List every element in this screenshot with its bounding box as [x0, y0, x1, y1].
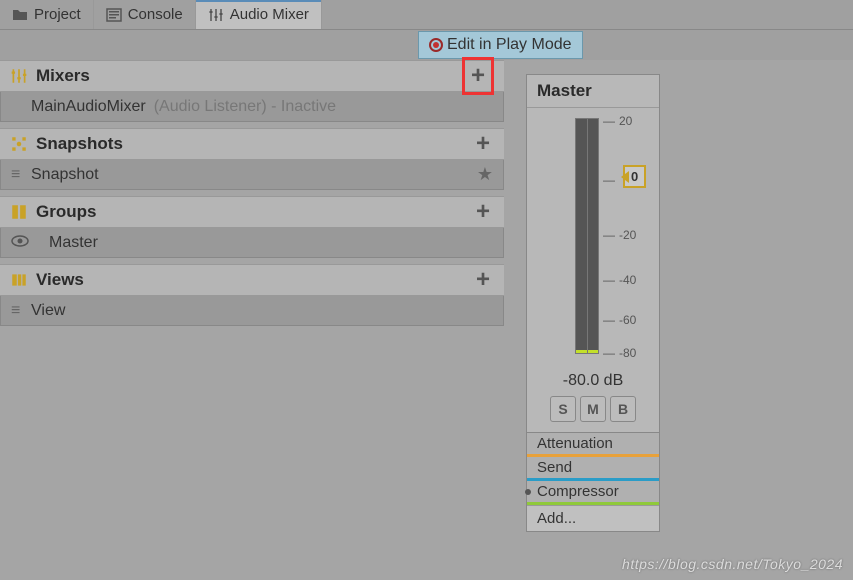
snapshots-section: Snapshots + ≡ Snapshot ★	[0, 128, 504, 190]
tab-console[interactable]: Console	[94, 0, 196, 29]
edit-in-play-mode-button[interactable]: Edit in Play Mode	[418, 31, 583, 59]
drag-handle-icon[interactable]: ≡	[11, 166, 23, 184]
tab-bar: Project Console Audio Mixer	[0, 0, 853, 30]
content-area: Mixers + MainAudioMixer (Audio Listener)…	[0, 60, 853, 580]
tab-audio-mixer[interactable]: Audio Mixer	[196, 0, 322, 29]
views-section: Views + ≡ View	[0, 264, 504, 326]
add-mixer-highlight: +	[462, 57, 494, 95]
tab-label: Console	[128, 6, 183, 23]
add-view-button[interactable]: +	[472, 266, 494, 294]
vu-meter[interactable]: —20 — —-20 —-40 —-60 —-80 0	[527, 108, 659, 370]
effect-send[interactable]: Send	[527, 457, 659, 481]
meter-channel-left	[576, 119, 587, 353]
snapshots-header: Snapshots +	[0, 128, 504, 160]
meter-channel-right	[588, 119, 599, 353]
meter-ruler: —20 — —-20 —-40 —-60 —-80	[603, 118, 643, 354]
snapshots-title: Snapshots	[36, 134, 464, 154]
solo-button[interactable]: S	[550, 396, 576, 422]
tab-label: Project	[34, 6, 81, 23]
add-mixer-button[interactable]: +	[467, 62, 489, 89]
mixers-title: Mixers	[36, 66, 454, 86]
master-channel-strip: Master —20 — —-20 —-40 —-60 —-80 0	[526, 74, 660, 532]
effect-compressor[interactable]: Compressor	[527, 481, 659, 505]
group-name: Master	[39, 234, 98, 252]
snapshot-name: Snapshot	[31, 166, 99, 184]
add-effect-button[interactable]: Add...	[527, 505, 659, 531]
active-dot-icon	[525, 489, 531, 495]
record-icon	[429, 38, 443, 52]
add-snapshot-button[interactable]: +	[472, 130, 494, 158]
groups-header: Groups +	[0, 196, 504, 228]
strip-title: Master	[527, 75, 659, 108]
groups-title: Groups	[36, 202, 464, 222]
meter-bars	[575, 118, 599, 354]
fader-handle[interactable]: 0	[623, 165, 646, 188]
bypass-button[interactable]: B	[610, 396, 636, 422]
view-name: View	[31, 302, 65, 320]
effect-attenuation[interactable]: Attenuation	[527, 433, 659, 457]
views-header: Views +	[0, 264, 504, 296]
mute-button[interactable]: M	[580, 396, 606, 422]
folder-icon	[12, 7, 28, 23]
left-panel: Mixers + MainAudioMixer (Audio Listener)…	[0, 60, 504, 580]
drag-handle-icon[interactable]: ≡	[11, 302, 23, 320]
console-icon	[106, 7, 122, 23]
groups-icon	[10, 203, 28, 221]
mixer-name: MainAudioMixer	[31, 98, 146, 116]
tab-project[interactable]: Project	[0, 0, 94, 29]
watermark: https://blog.csdn.net/Tokyo_2024	[622, 556, 843, 572]
play-mode-label: Edit in Play Mode	[447, 36, 572, 54]
views-icon	[10, 271, 28, 289]
tab-label: Audio Mixer	[230, 6, 309, 23]
mixer-item[interactable]: MainAudioMixer (Audio Listener) - Inacti…	[0, 92, 504, 122]
mixers-icon	[10, 67, 28, 85]
group-item[interactable]: Master	[0, 228, 504, 258]
mixers-section: Mixers + MainAudioMixer (Audio Listener)…	[0, 60, 504, 122]
snapshot-item[interactable]: ≡ Snapshot ★	[0, 160, 504, 190]
snapshot-icon	[10, 135, 28, 153]
groups-section: Groups + Master	[0, 196, 504, 258]
mixer-status: (Audio Listener) - Inactive	[154, 98, 336, 116]
play-mode-bar: Edit in Play Mode	[0, 30, 853, 60]
eye-icon[interactable]	[11, 234, 31, 252]
mixers-header: Mixers +	[0, 60, 504, 92]
star-icon[interactable]: ★	[477, 164, 493, 185]
add-group-button[interactable]: +	[472, 198, 494, 226]
sliders-icon	[208, 7, 224, 23]
channel-strip-area: Master —20 — —-20 —-40 —-60 —-80 0	[504, 60, 660, 580]
db-readout: -80.0 dB	[527, 370, 659, 396]
views-title: Views	[36, 270, 464, 290]
smb-buttons: S M B	[527, 396, 659, 432]
effects-list: Attenuation Send Compressor	[527, 432, 659, 505]
view-item[interactable]: ≡ View	[0, 296, 504, 326]
